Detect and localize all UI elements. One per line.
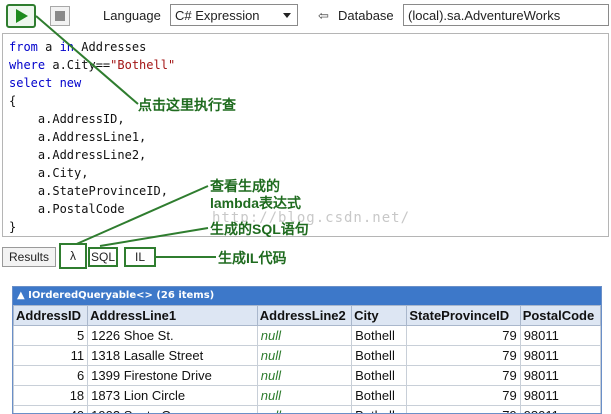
table-cell: 5	[13, 325, 89, 346]
tab-results[interactable]: Results	[2, 247, 56, 267]
table-row: 401902 Santa CruznullBothell7998011	[13, 405, 601, 413]
database-arrow-icon: ⇦	[318, 8, 329, 23]
chevron-down-icon	[283, 13, 291, 18]
table-cell: Bothell	[351, 385, 408, 406]
code-line: from a in Addresses	[9, 40, 147, 54]
table-header-row: AddressID AddressLine1 AddressLine2 City Sta…	[13, 305, 601, 326]
table-cell: null	[256, 385, 353, 406]
table-cell: 6	[13, 365, 89, 386]
table-row: 5 1226 Shoe St. null Bothell 79 98011	[13, 325, 601, 346]
code-line: a.AddressLine2,	[9, 148, 147, 162]
run-button[interactable]	[6, 4, 36, 28]
code-line: a.AddressID,	[9, 112, 125, 126]
toolbar: Language C# Expression ⇦ Database (local…	[0, 0, 611, 32]
table-cell: 98011	[519, 345, 601, 366]
table-cell: 40	[13, 405, 89, 413]
table-row: 6 1399 Firestone Drive null Bothell 79 98011	[13, 365, 601, 386]
table-cell: 79	[406, 405, 521, 413]
column-header[interactable]: StateProvinceID	[406, 305, 521, 326]
code-line: a.City,	[9, 166, 89, 180]
table-cell: Bothell	[351, 325, 408, 346]
code-line: }	[9, 220, 17, 234]
table-cell: 1873 Lion Circle	[87, 385, 258, 406]
table-cell: null	[256, 405, 353, 413]
code-line: where a.City=="Bothell"	[9, 58, 176, 72]
database-label: Database	[338, 8, 394, 23]
language-select[interactable]: C# Expression	[170, 4, 298, 26]
table-cell: 11	[13, 345, 89, 366]
code-line: a.PostalCode	[9, 202, 125, 216]
table-cell: 1399 Firestone Drive	[87, 365, 258, 386]
table-cell: null	[256, 365, 353, 386]
stop-icon	[55, 11, 65, 21]
code-editor[interactable]: from a in Addresses where a.City=="Bothe…	[2, 33, 609, 237]
column-header[interactable]: PostalCode	[519, 305, 601, 326]
code-line: {	[9, 94, 17, 108]
column-header[interactable]: AddressLine2	[256, 305, 353, 326]
language-select-value: C# Expression	[175, 8, 260, 23]
results-grid: ▲ IOrderedQueryable<> (26 items) Address…	[12, 286, 602, 414]
play-icon	[16, 9, 28, 23]
tab-il[interactable]: IL	[124, 247, 156, 267]
language-label: Language	[103, 8, 161, 23]
results-table: AddressID AddressLine1 AddressLine2 City Sta…	[13, 305, 601, 413]
results-panel: ▲ IOrderedQueryable<> (26 items) Address…	[0, 272, 611, 414]
table-cell: 98011	[519, 385, 601, 406]
column-header[interactable]: AddressID	[13, 305, 89, 326]
code-line: select new	[9, 76, 82, 90]
stop-button[interactable]	[50, 6, 70, 26]
results-header-title: IOrderedQueryable<> (26 items)	[28, 290, 215, 301]
column-header[interactable]: City	[351, 305, 408, 326]
table-row: 18 1873 Lion Circle null Bothell 79 98011	[13, 385, 601, 406]
table-cell: 79	[406, 365, 521, 386]
annotation-lambda-line2: lambda表达式	[210, 195, 302, 211]
table-cell: 1226 Shoe St.	[87, 325, 258, 346]
tab-lambda[interactable]: λ	[59, 243, 87, 269]
table-cell: 18	[13, 385, 89, 406]
table-body: 5 1226 Shoe St. null Bothell 79 98011 11 1318 L…	[13, 325, 601, 413]
code-line: a.StateProvinceID,	[9, 184, 168, 198]
table-cell: 98011	[519, 325, 601, 346]
table-cell: 79	[406, 345, 521, 366]
tab-sql[interactable]: SQL	[88, 247, 118, 267]
results-header[interactable]: ▲ IOrderedQueryable<> (26 items)	[13, 287, 601, 305]
table-cell: 1902 Santa Cruz	[87, 405, 258, 413]
database-select-value: (local).sa.AdventureWorks	[408, 8, 561, 23]
collapse-icon[interactable]: ▲	[17, 290, 28, 301]
table-cell: 1318 Lasalle Street	[87, 345, 258, 366]
table-cell: null	[256, 325, 353, 346]
database-select[interactable]: (local).sa.AdventureWorks	[403, 4, 609, 26]
annotation-il: 生成IL代码	[218, 250, 287, 266]
table-cell: 98011	[519, 365, 601, 386]
table-cell: 98011	[519, 405, 601, 413]
code-text: from a in Addresses where a.City=="Bothe…	[9, 38, 175, 236]
column-header[interactable]: AddressLine1	[87, 305, 258, 326]
code-line: a.AddressLine1,	[9, 130, 147, 144]
table-cell: null	[256, 345, 353, 366]
table-cell: Bothell	[351, 365, 408, 386]
table-row: 11 1318 Lasalle Street null Bothell 79 98011	[13, 345, 601, 366]
annotation-sql: 生成的SQL语句	[210, 221, 309, 237]
table-cell: Bothell	[351, 345, 408, 366]
table-cell: Bothell	[351, 405, 408, 413]
annotation-run: 点击这里执行查	[138, 97, 236, 113]
table-cell: 79	[406, 385, 521, 406]
table-cell: 79	[406, 325, 521, 346]
